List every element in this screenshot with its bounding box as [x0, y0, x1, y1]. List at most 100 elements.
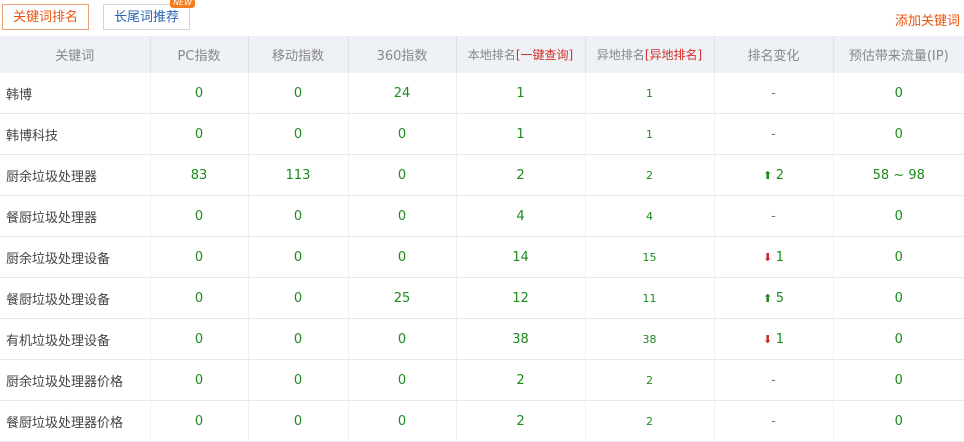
mobile-index-cell: 0	[248, 73, 349, 114]
s360-index-cell: 24	[348, 73, 457, 114]
traffic-cell: 0	[833, 113, 964, 155]
col-remote-rank: 异地排名[异地排名]	[585, 36, 715, 73]
toolbar: 关键词排名 长尾词推荐 NEW 添加关键词	[0, 0, 964, 36]
table-row: 韩博 0 0 24 1 1-0	[0, 73, 964, 114]
local-rank-cell: 12	[456, 277, 586, 319]
remote-rank-cell: 11	[585, 277, 715, 319]
pc-index-cell: 0	[150, 113, 249, 155]
s360-index-cell: 0	[348, 195, 457, 237]
traffic-cell: 0	[833, 318, 964, 360]
pc-index-cell: 0	[150, 195, 249, 237]
pc-index-cell: 83	[150, 154, 249, 196]
traffic-cell: 0	[833, 400, 964, 442]
traffic-cell: 0	[833, 236, 964, 278]
local-rank-cell: 4	[456, 195, 586, 237]
rank-change-value: 1	[775, 249, 784, 265]
table-row: 韩博科技 0 0 0 1 1-0	[0, 113, 964, 155]
rank-change-value: 5	[775, 290, 784, 306]
mobile-index-cell: 0	[248, 236, 349, 278]
keyword-cell: 厨余垃圾处理器价格	[0, 359, 151, 401]
s360-index-cell: 25	[348, 277, 457, 319]
rank-change-cell: ⬇ 1	[714, 318, 834, 360]
mobile-index-cell: 113	[248, 154, 349, 196]
pc-index-cell: 0	[150, 359, 249, 401]
traffic-cell: 0	[833, 73, 964, 114]
col-local-rank: 本地排名[一键查询]	[456, 36, 586, 73]
rank-change-cell: -	[714, 359, 834, 401]
table-row: 餐厨垃圾处理器价格 0 0 0 2 2-0	[0, 400, 964, 442]
remote-rank-cell: 15	[585, 236, 715, 278]
rank-change-cell: ⬆ 2	[714, 154, 834, 196]
table-row: 厨余垃圾处理器 83 113 0 2 2 ⬆ 2 58 ~ 98	[0, 154, 964, 196]
keyword-table: 关键词 PC指数 移动指数 360指数 本地排名[一键查询] 异地排名[异地排名…	[0, 36, 964, 442]
keyword-cell: 餐厨垃圾处理设备	[0, 277, 151, 319]
rank-change-cell: -	[714, 195, 834, 237]
s360-index-cell: 0	[348, 154, 457, 196]
s360-index-cell: 0	[348, 236, 457, 278]
rank-change-cell: -	[714, 73, 834, 114]
remote-rank-cell: 2	[585, 359, 715, 401]
add-keyword-link[interactable]: 添加关键词	[895, 10, 960, 29]
remote-rank-cell: 2	[585, 400, 715, 442]
table-row: 餐厨垃圾处理设备 0 0 25 12 11 ⬆ 50	[0, 277, 964, 319]
keyword-cell: 韩博	[0, 73, 151, 114]
traffic-cell: 58 ~ 98	[833, 154, 964, 196]
col-local-rank-label: 本地排名	[467, 48, 516, 62]
local-rank-cell: 2	[456, 359, 586, 401]
rank-change-cell: ⬆ 5	[714, 277, 834, 319]
rank-change-cell: -	[714, 113, 834, 155]
pc-index-cell: 0	[150, 400, 249, 442]
traffic-cell: 0	[833, 277, 964, 319]
arrow-down-icon: ⬇	[763, 332, 776, 346]
mobile-index-cell: 0	[248, 400, 349, 442]
remote-rank-cell: 2	[585, 154, 715, 196]
tab-longtail-recommend[interactable]: 长尾词推荐 NEW	[103, 0, 196, 30]
local-rank-cell: 14	[456, 236, 586, 278]
pc-index-cell: 0	[150, 236, 249, 278]
keyword-cell: 有机垃圾处理设备	[0, 318, 151, 360]
table-row: 厨余垃圾处理设备 0 0 0 14 15 ⬇ 10	[0, 236, 964, 278]
col-traffic: 预估带来流量(IP)	[833, 36, 964, 73]
keyword-cell: 餐厨垃圾处理器	[0, 195, 151, 237]
s360-index-cell: 0	[348, 359, 457, 401]
s360-index-cell: 0	[348, 318, 457, 360]
col-remote-rank-label: 异地排名	[596, 48, 645, 62]
col-pc: PC指数	[150, 36, 249, 73]
local-rank-cell: 2	[456, 154, 586, 196]
rank-change-value: 2	[775, 167, 784, 183]
traffic-cell: 0	[833, 195, 964, 237]
new-badge: NEW	[170, 0, 196, 8]
remote-rank-cell: 1	[585, 113, 715, 155]
local-rank-cell: 38	[456, 318, 586, 360]
mobile-index-cell: 0	[248, 359, 349, 401]
mobile-index-cell: 0	[248, 277, 349, 319]
arrow-down-icon: ⬇	[763, 250, 776, 264]
s360-index-cell: 0	[348, 113, 457, 155]
rank-change-cell: -	[714, 400, 834, 442]
col-keyword: 关键词	[0, 36, 151, 73]
col-360: 360指数	[348, 36, 457, 73]
keyword-cell: 韩博科技	[0, 113, 151, 155]
remote-rank-link[interactable]: [异地排名]	[645, 48, 702, 62]
pc-index-cell: 0	[150, 73, 249, 114]
keyword-cell: 厨余垃圾处理设备	[0, 236, 151, 278]
local-rank-cell: 1	[456, 113, 586, 155]
tab-keyword-ranking[interactable]: 关键词排名	[2, 4, 90, 30]
s360-index-cell: 0	[348, 400, 457, 442]
pc-index-cell: 0	[150, 277, 249, 319]
rank-change-cell: ⬇ 1	[714, 236, 834, 278]
mobile-index-cell: 0	[248, 318, 349, 360]
remote-rank-cell: 38	[585, 318, 715, 360]
pc-index-cell: 0	[150, 318, 249, 360]
mobile-index-cell: 0	[248, 113, 349, 155]
tab-longtail-label: 长尾词推荐	[114, 10, 180, 25]
table-row: 有机垃圾处理设备 0 0 0 38 38 ⬇ 10	[0, 318, 964, 360]
traffic-cell: 0	[833, 359, 964, 401]
col-mobile: 移动指数	[248, 36, 349, 73]
arrow-up-icon: ⬆	[763, 168, 776, 182]
one-click-query-link[interactable]: [一键查询]	[516, 48, 573, 62]
remote-rank-cell: 4	[585, 195, 715, 237]
keyword-cell: 餐厨垃圾处理器价格	[0, 400, 151, 442]
table-row: 厨余垃圾处理器价格 0 0 0 2 2-0	[0, 359, 964, 401]
local-rank-cell: 2	[456, 400, 586, 442]
